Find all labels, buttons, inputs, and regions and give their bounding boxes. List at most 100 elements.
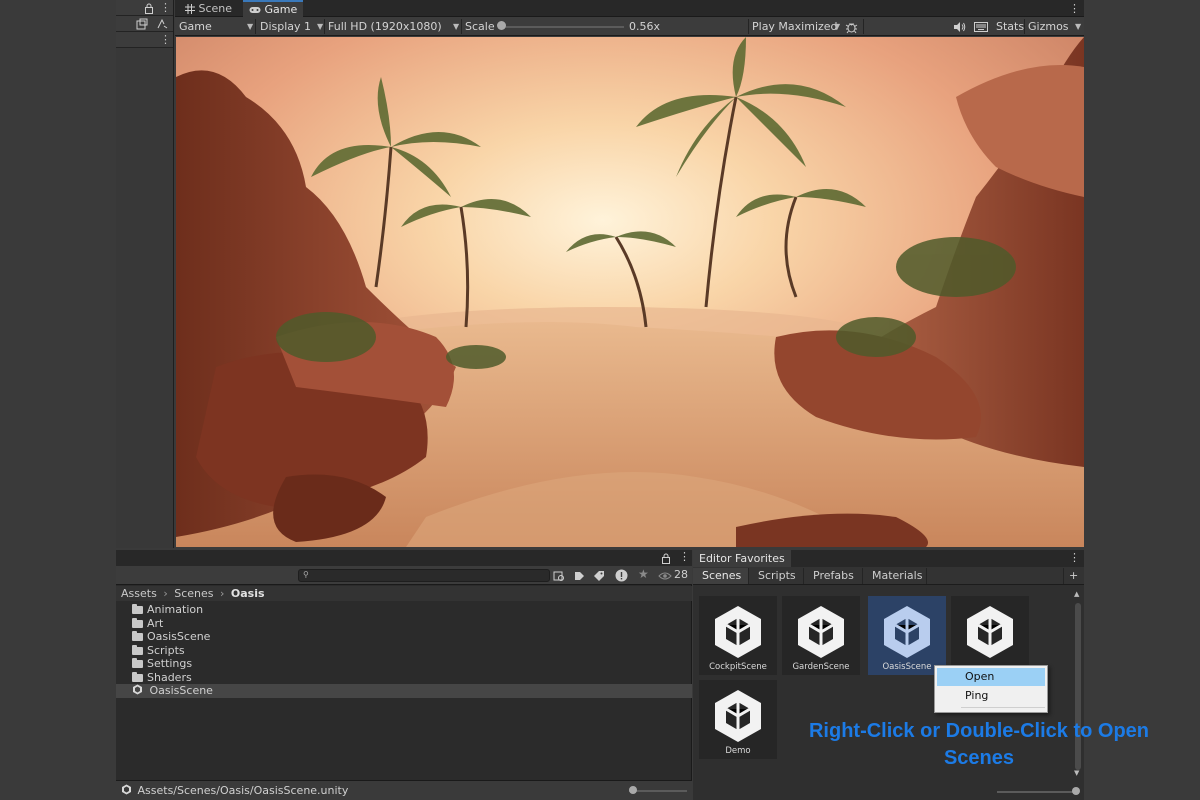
filter-by-type-icon[interactable] [553,569,565,582]
kebab-menu-icon[interactable]: ⋮ [1069,551,1080,564]
play-mode-value: Play Maximized [752,20,838,33]
favorites-footer [693,782,1084,800]
filter-by-label-icon[interactable] [573,569,585,582]
divider [748,19,749,34]
divider [255,19,256,34]
chevron-down-icon: ▼ [247,22,254,31]
left-margin [0,0,116,800]
breadcrumb-current[interactable]: Oasis [231,587,265,600]
divider [1024,19,1025,34]
list-item-label: Shaders [147,670,192,684]
chevron-right-icon: › [163,587,168,600]
eye-icon [658,569,672,582]
divider [461,19,462,34]
scene-tile-unnamed[interactable] [951,596,1029,675]
tab-scene[interactable]: Scene [179,0,238,17]
tile-size-slider-track[interactable] [997,791,1075,793]
mini-panel-row: ⋮ [116,32,173,48]
list-item[interactable]: Scripts [116,644,692,658]
tile-size-slider-handle[interactable] [1072,787,1080,795]
list-item[interactable]: Shaders [116,671,692,685]
context-menu-ping[interactable]: Ping [937,687,1045,705]
kebab-menu-icon[interactable]: ⋮ [160,1,171,14]
kebab-menu-icon[interactable]: ⋮ [160,33,171,46]
warning-icon[interactable] [615,568,628,582]
tab-label: Scene [198,2,233,15]
folder-icon [132,617,143,628]
context-menu: Open Ping [934,665,1048,713]
icon-size-slider-track[interactable] [629,790,687,792]
chevron-right-icon: › [220,587,225,600]
tab-prefabs[interactable]: Prefabs [804,568,863,584]
stats-button[interactable]: Stats [996,17,1024,36]
folder-icon [132,658,143,668]
lock-icon[interactable] [661,551,671,564]
view-mode-dropdown[interactable]: Game ▼ [179,17,253,36]
gamepad-icon [249,3,265,16]
list-item[interactable]: Art [116,617,692,631]
bug-icon[interactable] [845,17,858,36]
speaker-icon[interactable] [953,17,966,36]
breadcrumb-item[interactable]: Assets [121,587,157,600]
scene-view-icon[interactable] [136,17,148,30]
kebab-menu-icon[interactable]: ⋮ [679,550,690,563]
view-mode-value: Game [179,20,212,33]
chevron-down-icon: ▼ [317,22,324,31]
scene-tile-demo[interactable]: Demo [699,680,777,759]
list-item[interactable]: Settings [116,657,692,671]
audio-mute-icon[interactable] [156,17,168,30]
star-icon[interactable]: ★ [638,567,649,581]
scene-tile-label: CockpitScene [709,662,767,672]
search-input[interactable]: ⚲ [298,569,550,582]
tab-scripts[interactable]: Scripts [749,568,804,584]
scene-tile-cockpit[interactable]: CockpitScene [699,596,777,675]
scene-tile-garden[interactable]: GardenScene [782,596,860,675]
list-item[interactable]: OasisScene [116,630,692,644]
list-item-selected[interactable]: OasisScene [116,684,692,698]
grid-icon [185,2,199,15]
kebab-menu-icon[interactable]: ⋮ [1069,0,1080,18]
play-mode-dropdown[interactable]: Play Maximized ▼ [752,17,841,36]
unity-scene-icon [121,784,138,797]
chevron-down-icon: ▼ [453,22,460,31]
tab-game[interactable]: Game [243,0,304,17]
mini-panel-header: ⋮ [116,0,173,16]
list-item-label: Animation [147,603,204,616]
context-menu-open[interactable]: Open [937,668,1045,686]
keyboard-icon[interactable] [974,17,988,36]
project-toolbar: ⚲ ★ 28 [116,566,692,585]
tag-icon[interactable] [593,569,605,582]
menu-divider [961,707,1045,708]
add-tab-button[interactable]: + [1063,568,1083,584]
list-item[interactable]: Animation [116,603,692,617]
display-dropdown[interactable]: Display 1 ▼ [260,17,324,36]
scale-slider-handle[interactable] [497,21,506,30]
scroll-up-arrow[interactable]: ▲ [1074,590,1079,598]
tab-scenes[interactable]: Scenes [693,568,749,584]
scene-tile-label: Demo [725,746,751,756]
project-panel: ⋮ ⚲ ★ 28 Assets › Scenes › Oasis Animati… [116,550,692,800]
item-count: 28 [674,568,688,581]
list-item-label: Settings [147,657,193,670]
lock-icon[interactable] [144,1,154,14]
list-item-label: OasisScene [149,684,213,697]
chevron-down-icon: ▼ [1075,22,1082,31]
gizmos-value: Gizmos [1028,20,1069,33]
gizmos-dropdown[interactable]: Gizmos ▼ [1028,17,1082,36]
caption-line-1: Right-Click or Double-Click to Open [808,720,1149,742]
icon-size-slider-handle[interactable] [629,786,637,794]
tab-editor-favorites[interactable]: Editor Favorites [693,550,791,567]
breadcrumb: Assets › Scenes › Oasis [116,586,692,601]
tutorial-caption: Right-Click or Double-Click to Open Scen… [800,718,1158,772]
tab-label: Game [264,3,298,16]
scale-slider-track[interactable] [500,26,624,28]
game-viewport[interactable] [176,37,1084,547]
resolution-dropdown[interactable]: Full HD (1920x1080) ▼ [328,17,460,36]
tab-materials[interactable]: Materials [863,568,927,584]
display-value: Display 1 [260,20,312,33]
breadcrumb-item[interactable]: Scenes [174,587,213,600]
favorites-tabbar: Editor Favorites ⋮ [693,550,1084,567]
selected-asset-path: Assets/Scenes/Oasis/OasisScene.unity [137,784,349,797]
scene-tile-oasis[interactable]: OasisScene [868,596,946,675]
chevron-down-icon: ▼ [834,22,841,31]
